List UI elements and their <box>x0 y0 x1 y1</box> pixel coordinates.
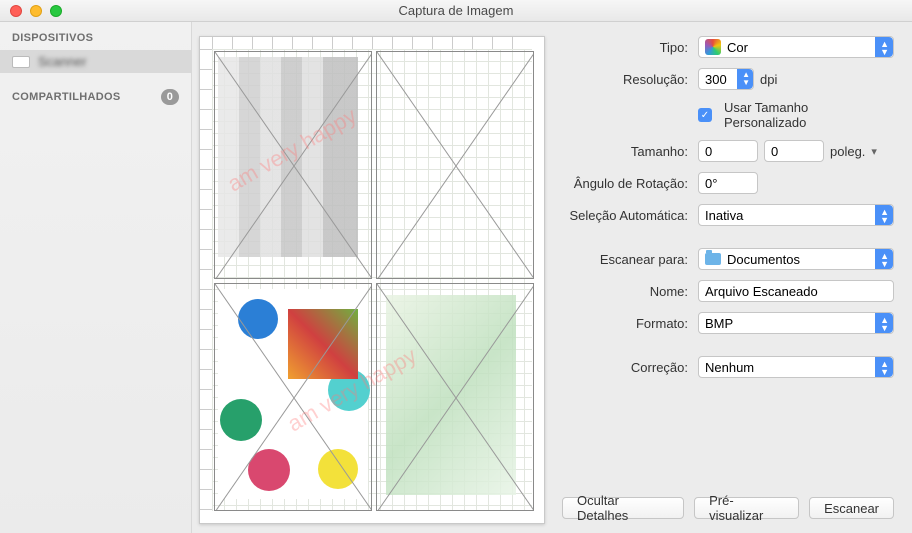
preview-area: am very happy am very happy <box>192 22 552 533</box>
preview-button[interactable]: Pré-visualizar <box>694 497 799 519</box>
correcao-select[interactable]: Nenhum ▲▼ <box>698 356 894 378</box>
escanear-para-select[interactable]: Documentos ▲▼ <box>698 248 894 270</box>
footer-buttons: Ocultar Detalhes Pré-visualizar Escanear <box>562 487 894 519</box>
sidebar-item-label: Scanner <box>38 54 86 69</box>
selection-1[interactable] <box>214 51 372 279</box>
selecao-value: Inativa <box>705 208 743 223</box>
formato-label: Formato: <box>562 316 698 331</box>
custom-size-label: Usar Tamanho Personalizado <box>724 100 894 130</box>
selection-3[interactable] <box>214 283 372 511</box>
resolucao-stepper[interactable]: 300 ▲▼ <box>698 68 754 90</box>
sidebar-header-shared: COMPARTILHADOS 0 <box>0 85 191 109</box>
escanear-para-label: Escanear para: <box>562 252 698 267</box>
sidebar-header-devices: DISPOSITIVOS <box>0 28 191 48</box>
tamanho-height-input[interactable]: 0 <box>764 140 824 162</box>
ruler-vertical <box>200 49 212 511</box>
ruler-horizontal <box>212 37 532 49</box>
shared-count-badge: 0 <box>161 89 179 105</box>
tipo-select[interactable]: Cor ▲▼ <box>698 36 894 58</box>
tipo-value: Cor <box>727 40 748 55</box>
escanear-para-value: Documentos <box>727 252 800 267</box>
formato-value: BMP <box>705 316 733 331</box>
tipo-label: Tipo: <box>562 40 698 55</box>
tamanho-label: Tamanho: <box>562 144 698 159</box>
window-title: Captura de Imagem <box>0 3 912 18</box>
sidebar-header-label: DISPOSITIVOS <box>12 32 93 44</box>
folder-icon <box>705 251 721 267</box>
titlebar: Captura de Imagem <box>0 0 912 22</box>
content: DISPOSITIVOS Scanner COMPARTILHADOS 0 <box>0 22 912 533</box>
nome-label: Nome: <box>562 284 698 299</box>
formato-select[interactable]: BMP ▲▼ <box>698 312 894 334</box>
color-icon <box>705 39 721 55</box>
sidebar-item-device[interactable]: Scanner <box>0 50 191 73</box>
hide-details-button[interactable]: Ocultar Detalhes <box>562 497 684 519</box>
resolucao-unit: dpi <box>760 72 777 87</box>
scanner-icon <box>12 56 30 68</box>
selection-4[interactable] <box>376 283 534 511</box>
angulo-label: Ângulo de Rotação: <box>562 176 698 191</box>
sidebar: DISPOSITIVOS Scanner COMPARTILHADOS 0 <box>0 22 192 533</box>
nome-input[interactable]: Arquivo Escaneado <box>698 280 894 302</box>
custom-size-checkbox[interactable]: ✓ <box>698 108 712 122</box>
selection-2[interactable] <box>376 51 534 279</box>
angulo-input[interactable]: 0° <box>698 172 758 194</box>
tamanho-unit: poleg. <box>830 144 865 159</box>
scan-button[interactable]: Escanear <box>809 497 894 519</box>
sidebar-header-label: COMPARTILHADOS <box>12 91 121 103</box>
resolucao-value: 300 <box>705 72 727 87</box>
tamanho-width-input[interactable]: 0 <box>698 140 758 162</box>
correcao-label: Correção: <box>562 360 698 375</box>
correcao-value: Nenhum <box>705 360 754 375</box>
resolucao-label: Resolução: <box>562 72 698 87</box>
selecao-select[interactable]: Inativa ▲▼ <box>698 204 894 226</box>
settings-panel: Tipo: Cor ▲▼ Resolução: 300 <box>552 22 912 533</box>
scan-bed[interactable]: am very happy am very happy <box>199 36 545 524</box>
selecao-label: Seleção Automática: <box>562 208 698 223</box>
